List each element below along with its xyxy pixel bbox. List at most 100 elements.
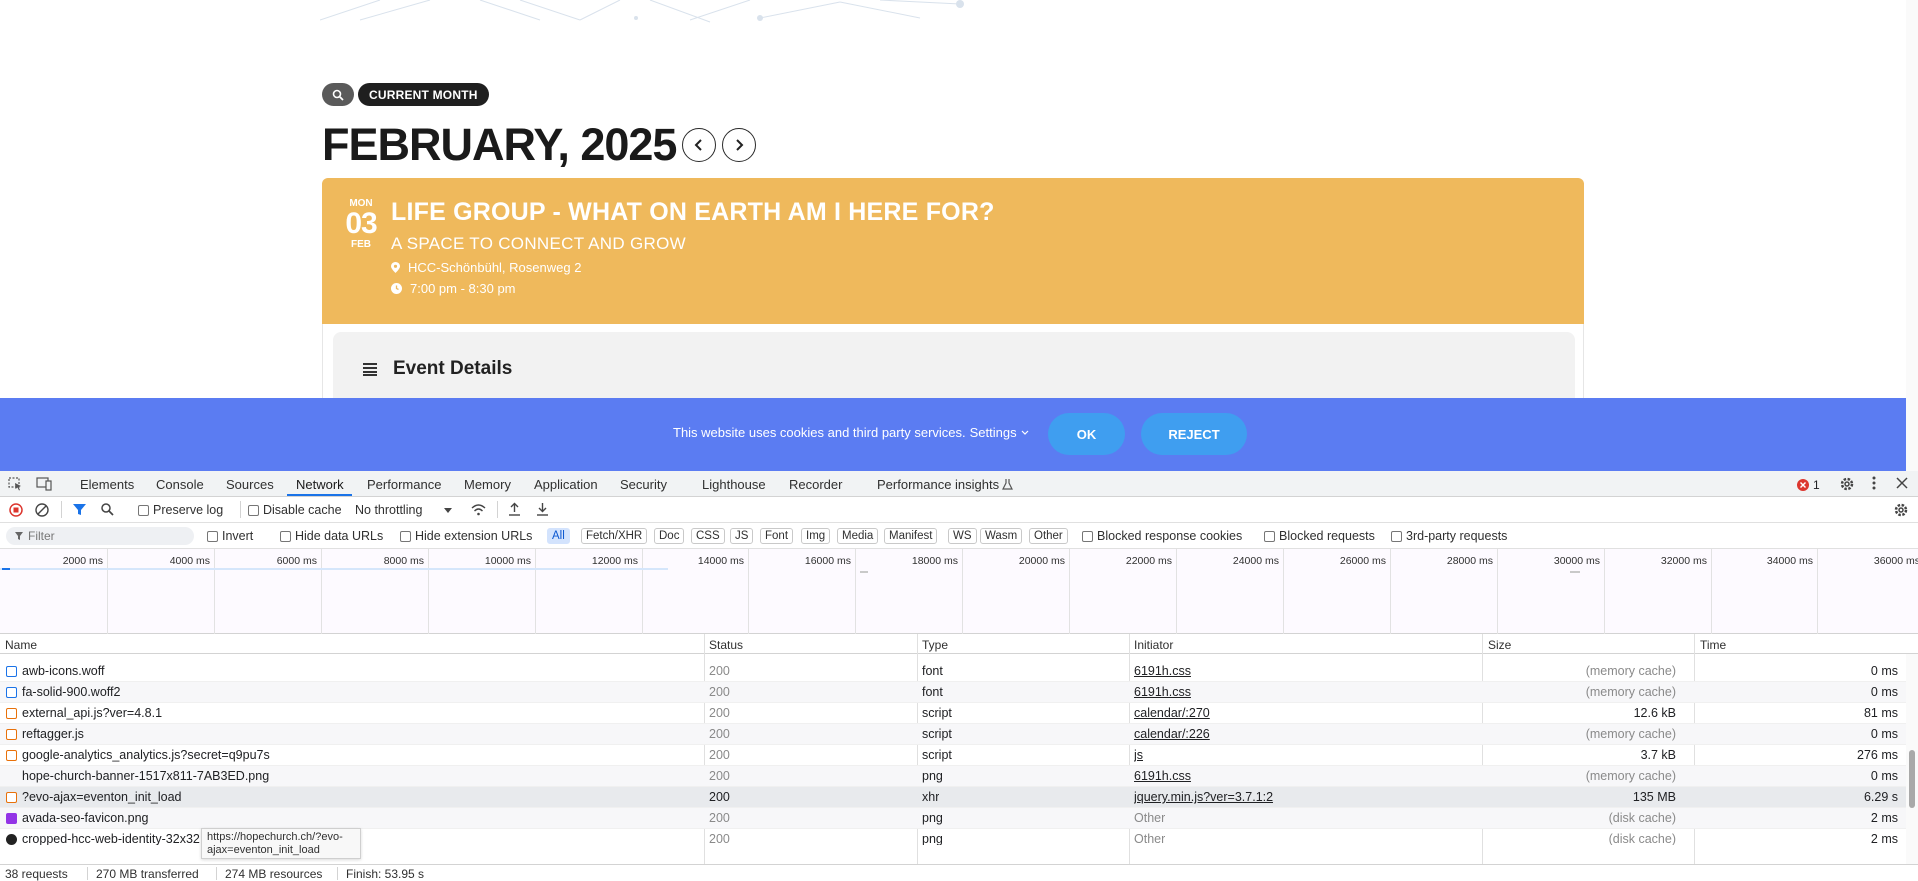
timeline-tick-label: 8000 ms <box>383 555 424 567</box>
column-name[interactable]: Name <box>5 638 37 652</box>
filter-type-other[interactable]: Other <box>1029 528 1068 544</box>
checkbox-box <box>1391 530 1402 542</box>
next-month-button[interactable] <box>722 128 756 162</box>
blocked-requests-checkbox[interactable]: Blocked requests <box>1264 529 1375 543</box>
table-row[interactable]: awb-icons.woff 200 font 6191h.css (memory ca… <box>0 661 1906 682</box>
inspect-element-icon[interactable] <box>8 477 23 491</box>
filter-type-ws[interactable]: WS <box>948 528 977 544</box>
hide-extension-urls-checkbox[interactable]: Hide extension URLs <box>400 529 532 543</box>
invert-checkbox[interactable]: Invert <box>207 529 253 543</box>
tab-security[interactable]: Security <box>620 477 667 492</box>
request-status: 200 <box>709 790 730 804</box>
request-status: 200 <box>709 685 730 699</box>
requests-scrollbar[interactable] <box>1906 654 1918 864</box>
filter-type-css[interactable]: CSS <box>691 528 725 544</box>
tab-memory[interactable]: Memory <box>464 477 511 492</box>
cookie-reject-button[interactable]: REJECT <box>1141 413 1247 455</box>
filter-input[interactable]: Filter <box>6 527 194 545</box>
blocked-response-cookies-checkbox[interactable]: Blocked response cookies <box>1082 529 1242 543</box>
request-initiator[interactable]: calendar/:226 <box>1134 727 1210 741</box>
table-row[interactable]: hope-church-banner-1517x811-7AB3ED.png 20… <box>0 766 1906 787</box>
cookie-settings-link[interactable]: Settings <box>970 425 1017 440</box>
scrollbar-thumb[interactable] <box>1909 750 1915 808</box>
table-row[interactable]: avada-seo-favicon.png 200 png Other (disk ca… <box>0 808 1906 829</box>
column-initiator[interactable]: Initiator <box>1134 638 1173 652</box>
timeline-tick-label: 16000 ms <box>804 555 851 567</box>
cookie-ok-button[interactable]: OK <box>1048 413 1125 455</box>
close-devtools-icon[interactable] <box>1896 477 1908 489</box>
more-options-icon[interactable] <box>1872 476 1876 490</box>
timeline-gridline <box>642 549 643 634</box>
filter-type-font[interactable]: Font <box>760 528 794 544</box>
disable-cache-checkbox[interactable]: Disable cache <box>248 503 342 517</box>
network-conditions-icon[interactable] <box>471 503 486 516</box>
filter-type-doc[interactable]: Doc <box>654 528 685 544</box>
column-size[interactable]: Size <box>1488 638 1511 652</box>
filter-type-media[interactable]: Media <box>837 528 879 544</box>
filter-type-manifest[interactable]: Manifest <box>884 528 938 544</box>
device-toolbar-icon[interactable] <box>36 477 52 491</box>
request-time: 0 ms <box>1870 664 1898 678</box>
map-pin-icon <box>391 262 400 273</box>
filter-type-img[interactable]: Img <box>801 528 831 544</box>
clock-icon <box>391 283 402 294</box>
filter-type-all[interactable]: All <box>547 528 570 544</box>
export-har-icon[interactable] <box>536 502 549 516</box>
clear-icon[interactable] <box>35 503 49 517</box>
timeline-gridline <box>428 549 429 634</box>
search-icon[interactable] <box>101 503 114 516</box>
tab-console[interactable]: Console <box>156 477 204 492</box>
network-overview-timeline[interactable]: 2000 ms 4000 ms 6000 ms 8000 ms 10000 ms 1200… <box>0 549 1918 634</box>
hide-data-urls-checkbox[interactable]: Hide data URLs <box>280 529 383 543</box>
request-initiator[interactable]: calendar/:270 <box>1134 706 1210 720</box>
preserve-log-checkbox[interactable]: Preserve log <box>138 503 223 517</box>
decorative-network-graphic <box>320 0 964 23</box>
table-row[interactable]: reftagger.js 200 script calendar/:226 (memor… <box>0 724 1906 745</box>
tab-lighthouse[interactable]: Lighthouse <box>702 477 766 492</box>
page-scrollbar[interactable] <box>1906 0 1918 471</box>
settings-gear-icon[interactable] <box>1839 476 1855 492</box>
tab-network[interactable]: Network <box>296 477 344 492</box>
tab-performance[interactable]: Performance <box>367 477 441 492</box>
request-initiator[interactable]: 6191h.css <box>1134 685 1191 699</box>
checkbox-box <box>248 504 259 516</box>
record-stop-icon[interactable] <box>9 503 23 517</box>
table-row[interactable]: google-analytics_analytics.js?secret=q9p… <box>0 745 1906 766</box>
error-count-badge[interactable]: 1 <box>1797 478 1820 492</box>
filter-type-js[interactable]: JS <box>730 528 754 544</box>
tab-application[interactable]: Application <box>534 477 598 492</box>
request-initiator[interactable]: 6191h.css <box>1134 769 1191 783</box>
event-title[interactable]: LIFE GROUP - WHAT ON EARTH AM I HERE FOR… <box>391 198 995 227</box>
tab-performance-insights[interactable]: Performance insights <box>877 477 999 492</box>
filter-type-fetch-xhr[interactable]: Fetch/XHR <box>581 528 648 544</box>
throttling-select[interactable]: No throttling <box>355 503 453 517</box>
network-settings-icon[interactable] <box>1893 502 1909 518</box>
previous-month-button[interactable] <box>682 128 716 162</box>
event-details-heading: Event Details <box>363 358 512 380</box>
timeline-gridline <box>1176 549 1177 634</box>
import-har-icon[interactable] <box>508 502 521 516</box>
timeline-tick-label: 28000 ms <box>1446 555 1493 567</box>
request-initiator[interactable]: js <box>1134 748 1143 762</box>
request-initiator[interactable]: 6191h.css <box>1134 664 1191 678</box>
request-initiator[interactable]: jquery.min.js?ver=3.7.1:2 <box>1134 790 1273 804</box>
event-card[interactable]: MON 03 FEB LIFE GROUP - WHAT ON EARTH AM… <box>322 178 1584 324</box>
tab-recorder[interactable]: Recorder <box>789 477 842 492</box>
current-month-button[interactable]: CURRENT MONTH <box>358 83 489 106</box>
request-name: reftagger.js <box>22 727 84 741</box>
column-time[interactable]: Time <box>1700 638 1726 652</box>
blocked-response-cookies-label: Blocked response cookies <box>1097 529 1243 543</box>
event-search-button[interactable] <box>322 83 354 106</box>
tab-sources[interactable]: Sources <box>226 477 274 492</box>
column-type[interactable]: Type <box>922 638 948 652</box>
table-row[interactable]: external_api.js?ver=4.8.1 200 script calend… <box>0 703 1906 724</box>
filter-funnel-icon[interactable] <box>73 503 86 516</box>
timeline-tick-label: 32000 ms <box>1660 555 1707 567</box>
filter-type-wasm[interactable]: Wasm <box>980 528 1023 544</box>
tab-elements[interactable]: Elements <box>80 477 134 492</box>
column-status[interactable]: Status <box>709 638 743 652</box>
table-row[interactable]: fa-solid-900.woff2 200 font 6191h.css (memor… <box>0 682 1906 703</box>
checkbox-box <box>1264 530 1275 542</box>
third-party-requests-checkbox[interactable]: 3rd-party requests <box>1391 529 1507 543</box>
table-row[interactable]: ?evo-ajax=eventon_init_load 200 xhr jquery.… <box>0 787 1906 808</box>
